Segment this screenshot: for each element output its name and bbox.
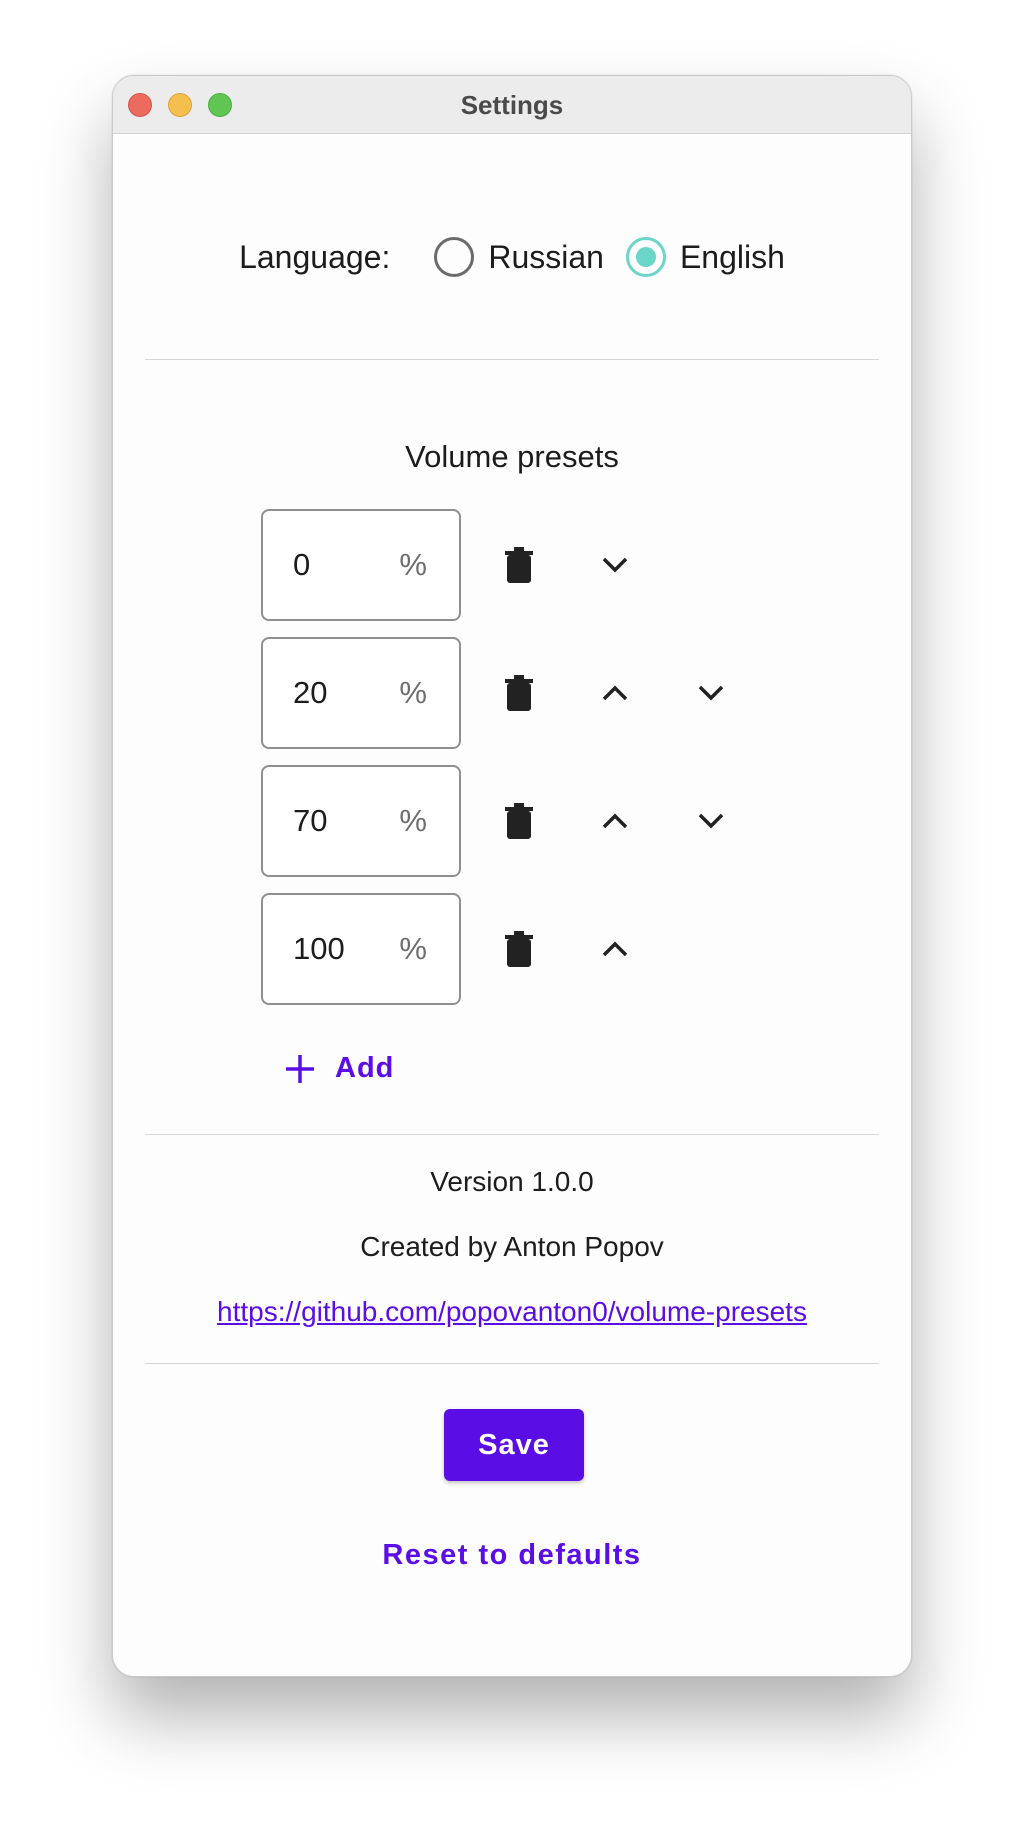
plus-icon [286, 1054, 314, 1083]
chevron-down-icon [698, 813, 724, 829]
volume-presets-title: Volume presets [405, 439, 619, 474]
language-selector: Language: Russian English [113, 232, 911, 282]
version-text: Version 1.0.0 [430, 1166, 594, 1197]
radio-english[interactable] [625, 237, 666, 277]
trash-icon [505, 803, 533, 839]
add-preset-button[interactable]: Add [285, 1052, 394, 1085]
delete-preset-button[interactable] [499, 801, 539, 841]
preset-row: 100 % [261, 893, 781, 1005]
move-down-button[interactable] [691, 801, 731, 841]
radio-english-label[interactable]: English [680, 239, 785, 276]
save-button[interactable]: Save [444, 1409, 584, 1481]
percent-unit: % [399, 803, 427, 838]
preset-value[interactable]: 70 [293, 803, 327, 839]
preset-value[interactable]: 100 [293, 931, 345, 967]
chevron-up-icon [602, 941, 628, 957]
move-up-button[interactable] [595, 801, 635, 841]
preset-input[interactable]: 0 % [261, 509, 461, 621]
settings-window: Settings Language: Russian English Volum… [112, 75, 912, 1677]
percent-unit: % [399, 547, 427, 582]
chevron-down-icon [602, 557, 628, 573]
radio-russian[interactable] [434, 237, 475, 277]
window-title: Settings [460, 90, 564, 120]
add-preset-label[interactable]: Add [335, 1052, 394, 1085]
preset-input[interactable]: 20 % [261, 637, 461, 749]
move-up-button[interactable] [595, 929, 635, 969]
chevron-up-icon [602, 813, 628, 829]
divider [145, 1363, 879, 1364]
preset-input[interactable]: 70 % [261, 765, 461, 877]
move-down-button[interactable] [595, 545, 635, 585]
repo-link-container: https://github.com/popovanton0/volume-pr… [113, 1296, 911, 1328]
preset-input[interactable]: 100 % [261, 893, 461, 1005]
trash-icon [505, 931, 533, 967]
divider [145, 359, 879, 360]
divider [145, 1134, 879, 1135]
move-down-button[interactable] [691, 673, 731, 713]
author-text: Created by Anton Popov [360, 1231, 664, 1262]
settings-content: Language: Russian English Volume presets… [113, 134, 911, 1676]
preset-value[interactable]: 0 [293, 547, 310, 583]
repo-link[interactable]: https://github.com/popovanton0/volume-pr… [217, 1296, 807, 1327]
percent-unit: % [399, 675, 427, 710]
delete-preset-button[interactable] [499, 673, 539, 713]
chevron-up-icon [602, 685, 628, 701]
reset-defaults-button[interactable]: Reset to defaults [113, 1539, 911, 1572]
preset-row: 20 % [261, 637, 781, 749]
move-up-button[interactable] [595, 673, 635, 713]
chevron-down-icon [698, 685, 724, 701]
preset-row: 70 % [261, 765, 781, 877]
preset-row: 0 % [261, 509, 781, 621]
delete-preset-button[interactable] [499, 929, 539, 969]
delete-preset-button[interactable] [499, 545, 539, 585]
trash-icon [505, 675, 533, 711]
radio-russian-label[interactable]: Russian [488, 239, 604, 276]
language-label: Language: [239, 238, 391, 275]
trash-icon [505, 547, 533, 583]
percent-unit: % [399, 931, 427, 966]
preset-value[interactable]: 20 [293, 675, 327, 711]
title-bar: Settings [113, 76, 911, 134]
